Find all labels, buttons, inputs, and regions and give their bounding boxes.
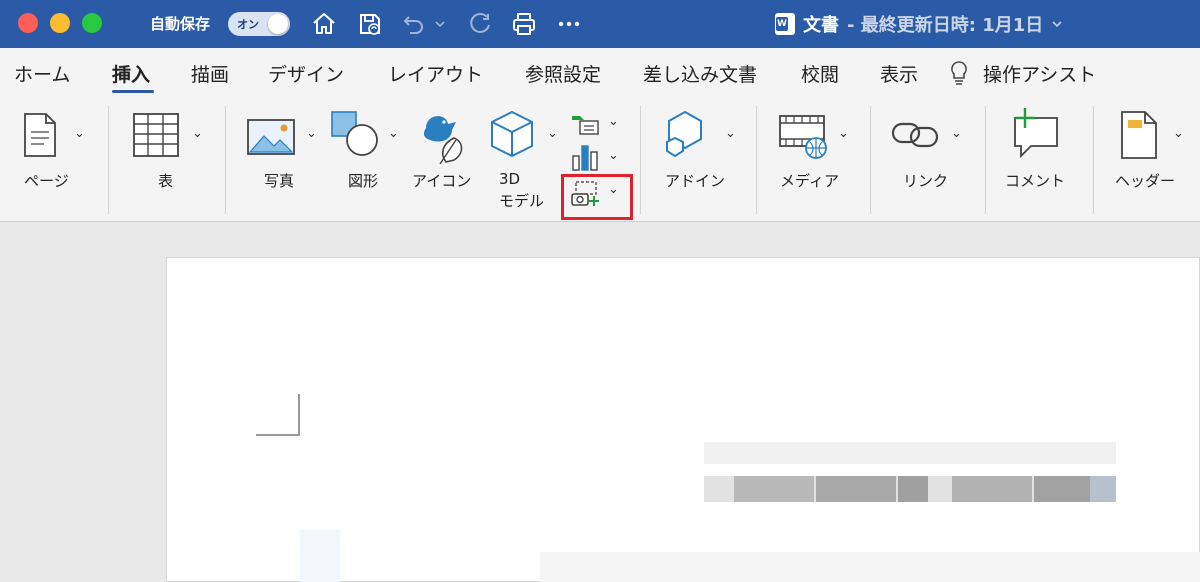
chart-chevron-down-icon[interactable]: ⌄ (608, 148, 619, 163)
save-icon[interactable] (354, 8, 386, 40)
link-button[interactable]: ⌄ リンク (885, 98, 975, 218)
word-document-icon (775, 13, 795, 35)
shapes-chevron-down-icon: ⌄ (388, 126, 399, 141)
title-chevron-down-icon (1052, 21, 1062, 28)
zoom-window-button[interactable] (82, 13, 102, 33)
autosave-toggle[interactable]: オン (228, 12, 290, 36)
smartart-icon[interactable] (570, 112, 600, 136)
table-label: 表 (158, 172, 174, 190)
tab-draw[interactable]: 描画 (191, 60, 229, 87)
group-divider (870, 106, 871, 214)
addins-button[interactable]: ⌄ アドイン (655, 98, 750, 218)
cube-3d-icon (491, 110, 533, 158)
tab-insert[interactable]: 挿入 (112, 60, 150, 87)
table-icon (133, 113, 179, 157)
addins-icon (666, 110, 702, 158)
shapes-icon (331, 111, 378, 156)
tab-home[interactable]: ホーム (14, 60, 70, 87)
page-button[interactable]: ⌄ ページ (10, 98, 105, 218)
table-chevron-down-icon: ⌄ (192, 126, 203, 141)
header-button[interactable]: ⌄ ヘッダー (1105, 98, 1200, 218)
minimize-window-button[interactable] (50, 13, 70, 33)
photo-icon (247, 119, 295, 155)
screenshot-button-highlight (561, 174, 633, 220)
autosave-toggle-label: オン (237, 18, 259, 31)
group-divider (1093, 106, 1094, 214)
redo-icon[interactable] (464, 8, 496, 40)
comment-button[interactable]: コメント (995, 98, 1085, 218)
undo-dropdown-chevron-icon[interactable] (432, 8, 448, 40)
icons-button[interactable]: アイコン (408, 98, 483, 218)
group-divider (225, 106, 226, 214)
autosave-label: 自動保存 (150, 15, 211, 33)
media-button[interactable]: ⌄ メディア (770, 98, 865, 218)
media-chevron-down-icon: ⌄ (838, 126, 849, 141)
3d-models-chevron-down-icon: ⌄ (547, 126, 558, 141)
new-comment-icon (1014, 108, 1058, 159)
home-icon[interactable] (308, 8, 340, 40)
page-chevron-down-icon: ⌄ (74, 126, 85, 141)
addins-chevron-down-icon: ⌄ (725, 126, 736, 141)
header-label: ヘッダー (1115, 172, 1176, 190)
icons-label: アイコン (412, 172, 472, 190)
link-icon (891, 122, 939, 148)
media-icon (779, 115, 827, 159)
header-icon (1121, 111, 1157, 159)
toggle-knob (268, 14, 288, 34)
photo-chevron-down-icon: ⌄ (306, 126, 317, 141)
table-button[interactable]: ⌄ 表 (118, 98, 218, 218)
shapes-button[interactable]: ⌄ 図形 (328, 98, 408, 218)
smartart-chevron-down-icon[interactable]: ⌄ (608, 114, 619, 129)
page-margin-corner-mark (256, 394, 300, 436)
title-bar: 自動保存 オン 文書 - 最終更新日時: 1月1日 (0, 0, 1200, 48)
3d-models-button[interactable]: ⌄ 3D モデル (485, 98, 563, 218)
group-divider (985, 106, 986, 214)
tab-design[interactable]: デザイン (268, 60, 344, 87)
print-icon[interactable] (508, 8, 540, 40)
media-label: メディア (780, 172, 839, 190)
tab-mailings[interactable]: 差し込み文書 (643, 60, 757, 87)
link-label: リンク (903, 172, 949, 190)
photo-button[interactable]: ⌄ 写真 (240, 98, 325, 218)
active-tab-indicator (112, 90, 154, 93)
close-window-button[interactable] (18, 13, 38, 33)
undo-icon[interactable] (398, 8, 430, 40)
tab-view[interactable]: 表示 (880, 60, 918, 87)
tab-layout[interactable]: レイアウト (388, 60, 483, 87)
page-icon (24, 113, 56, 157)
tab-references[interactable]: 参照設定 (525, 60, 601, 87)
last-modified-text: - 最終更新日時: 1月1日 (847, 15, 1044, 36)
shapes-label: 図形 (348, 172, 379, 190)
bird-leaf-icon (423, 116, 463, 164)
group-divider (108, 106, 109, 214)
addins-label: アドイン (665, 172, 726, 190)
tab-tell-me[interactable]: 操作アシスト (983, 60, 1096, 87)
document-name: 文書 (803, 15, 839, 36)
more-icon[interactable] (553, 8, 585, 40)
page-label: ページ (24, 172, 69, 190)
document-title[interactable]: 文書 - 最終更新日時: 1月1日 (775, 10, 1063, 38)
3d-label-line1: 3D (499, 170, 521, 188)
lightbulb-icon (951, 61, 967, 85)
photo-label: 写真 (264, 172, 295, 190)
group-divider (640, 106, 641, 214)
comment-label: コメント (1005, 172, 1066, 190)
group-divider (756, 106, 757, 214)
header-chevron-down-icon: ⌄ (1173, 126, 1184, 141)
link-chevron-down-icon: ⌄ (951, 126, 962, 141)
ribbon-tabs: ホーム 挿入 描画 デザイン レイアウト 参照設定 差し込み文書 校閲 表示 操… (0, 48, 1200, 98)
tab-review[interactable]: 校閲 (801, 60, 839, 87)
chart-icon[interactable] (570, 144, 600, 172)
3d-label-line2: モデル (499, 192, 545, 210)
